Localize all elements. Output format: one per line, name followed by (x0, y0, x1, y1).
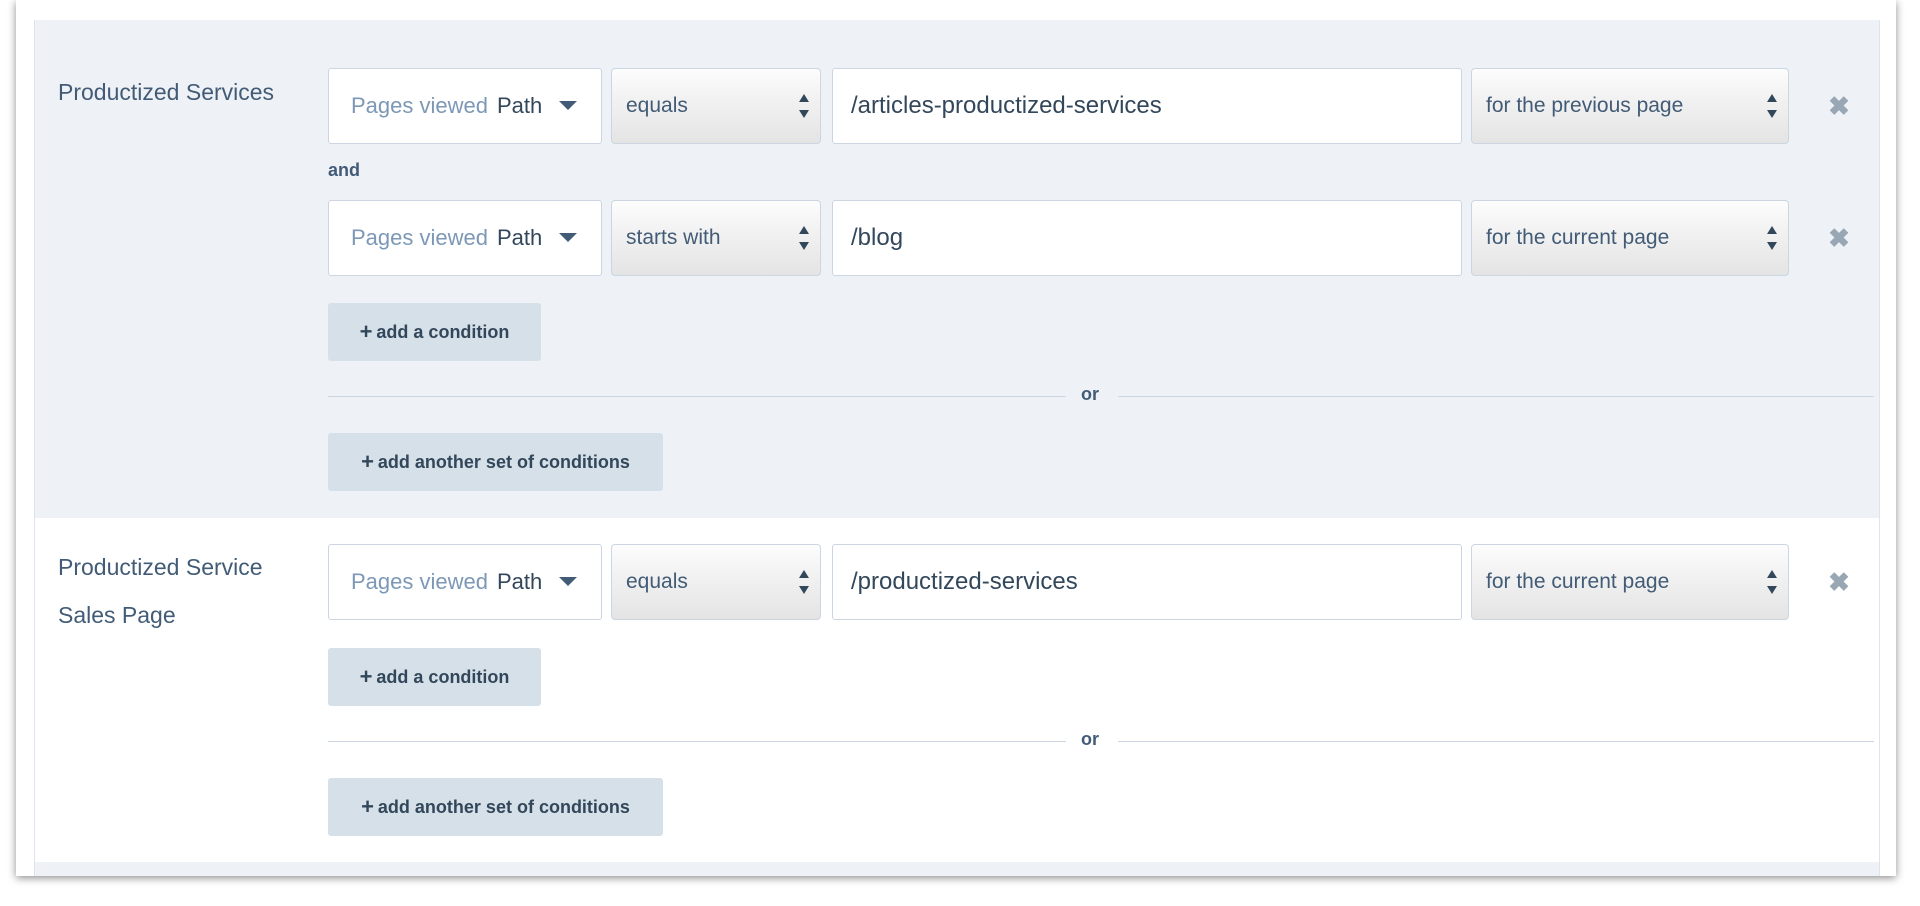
path-value-input[interactable]: /blog (832, 200, 1462, 276)
plus-icon: + (361, 449, 374, 474)
property-value: Path (496, 569, 543, 594)
path-value-text: /productized-services (851, 568, 1078, 595)
property-select[interactable]: Pages viewed Path (328, 68, 602, 144)
path-value-text: /blog (851, 224, 904, 251)
property-placeholder: Pages viewed (351, 225, 488, 250)
add-condition-button[interactable]: + add a condition (328, 303, 541, 361)
scope-value: for the previous page (1486, 94, 1684, 117)
caret-down-icon (559, 233, 577, 242)
operator-value: equals (626, 94, 688, 117)
segment-title-line: Sales Page (58, 602, 176, 628)
property-placeholder: Pages viewed (351, 93, 488, 118)
scope-value: for the current page (1486, 226, 1670, 249)
add-condition-label: add a condition (376, 666, 510, 687)
caret-down-icon (559, 577, 577, 586)
up-down-arrows-icon (1766, 93, 1778, 119)
path-value-input[interactable]: /articles-productized-services (832, 68, 1462, 144)
or-separator: or (1081, 384, 1099, 404)
plus-icon: + (359, 664, 373, 689)
divider-line (328, 741, 1066, 742)
add-condition-set-label: add another set of conditions (377, 796, 630, 817)
property-value: Path (496, 225, 543, 250)
segment-rules-window: Productized Services Pages viewed Path e… (16, 0, 1896, 876)
divider-line (1118, 396, 1874, 397)
property-placeholder: Pages viewed (351, 569, 488, 594)
operator-value: equals (626, 570, 688, 593)
add-condition-set-button[interactable]: + add another set of conditions (328, 433, 663, 491)
up-down-arrows-icon (1766, 225, 1778, 251)
up-down-arrows-icon (798, 569, 810, 595)
property-select[interactable]: Pages viewed Path (328, 544, 602, 620)
operator-select[interactable]: starts with (611, 200, 821, 276)
and-label: and (328, 160, 361, 180)
operator-select[interactable]: equals (611, 544, 821, 620)
path-value-text: /articles-productized-services (851, 92, 1162, 119)
remove-condition-icon[interactable]: ✖ (1824, 225, 1854, 255)
scope-select[interactable]: for the current page (1471, 200, 1789, 276)
up-down-arrows-icon (1766, 569, 1778, 595)
plus-icon: + (359, 319, 373, 344)
up-down-arrows-icon (798, 93, 810, 119)
add-condition-button[interactable]: + add a condition (328, 648, 541, 706)
plus-icon: + (361, 794, 374, 819)
up-down-arrows-icon (798, 225, 810, 251)
scope-select[interactable]: for the previous page (1471, 68, 1789, 144)
operator-select[interactable]: equals (611, 68, 821, 144)
caret-down-icon (559, 101, 577, 110)
add-condition-label: add a condition (376, 321, 510, 342)
scope-select[interactable]: for the current page (1471, 544, 1789, 620)
path-value-input[interactable]: /productized-services (832, 544, 1462, 620)
divider-line (328, 396, 1066, 397)
segment-title-line: Productized Service (58, 554, 263, 580)
or-separator: or (1081, 729, 1099, 749)
add-condition-set-button[interactable]: + add another set of conditions (328, 778, 663, 836)
remove-condition-icon[interactable]: ✖ (1824, 569, 1854, 599)
next-segment-edge (34, 862, 1880, 876)
add-condition-set-label: add another set of conditions (377, 451, 630, 472)
property-value: Path (496, 93, 543, 118)
operator-value: starts with (626, 226, 721, 249)
remove-condition-icon[interactable]: ✖ (1824, 93, 1854, 123)
property-select[interactable]: Pages viewed Path (328, 200, 602, 276)
segment-title: Productized Services (58, 79, 275, 105)
divider-line (1118, 741, 1874, 742)
scope-value: for the current page (1486, 570, 1670, 593)
segment-title: Productized Service Sales Page (58, 543, 298, 639)
